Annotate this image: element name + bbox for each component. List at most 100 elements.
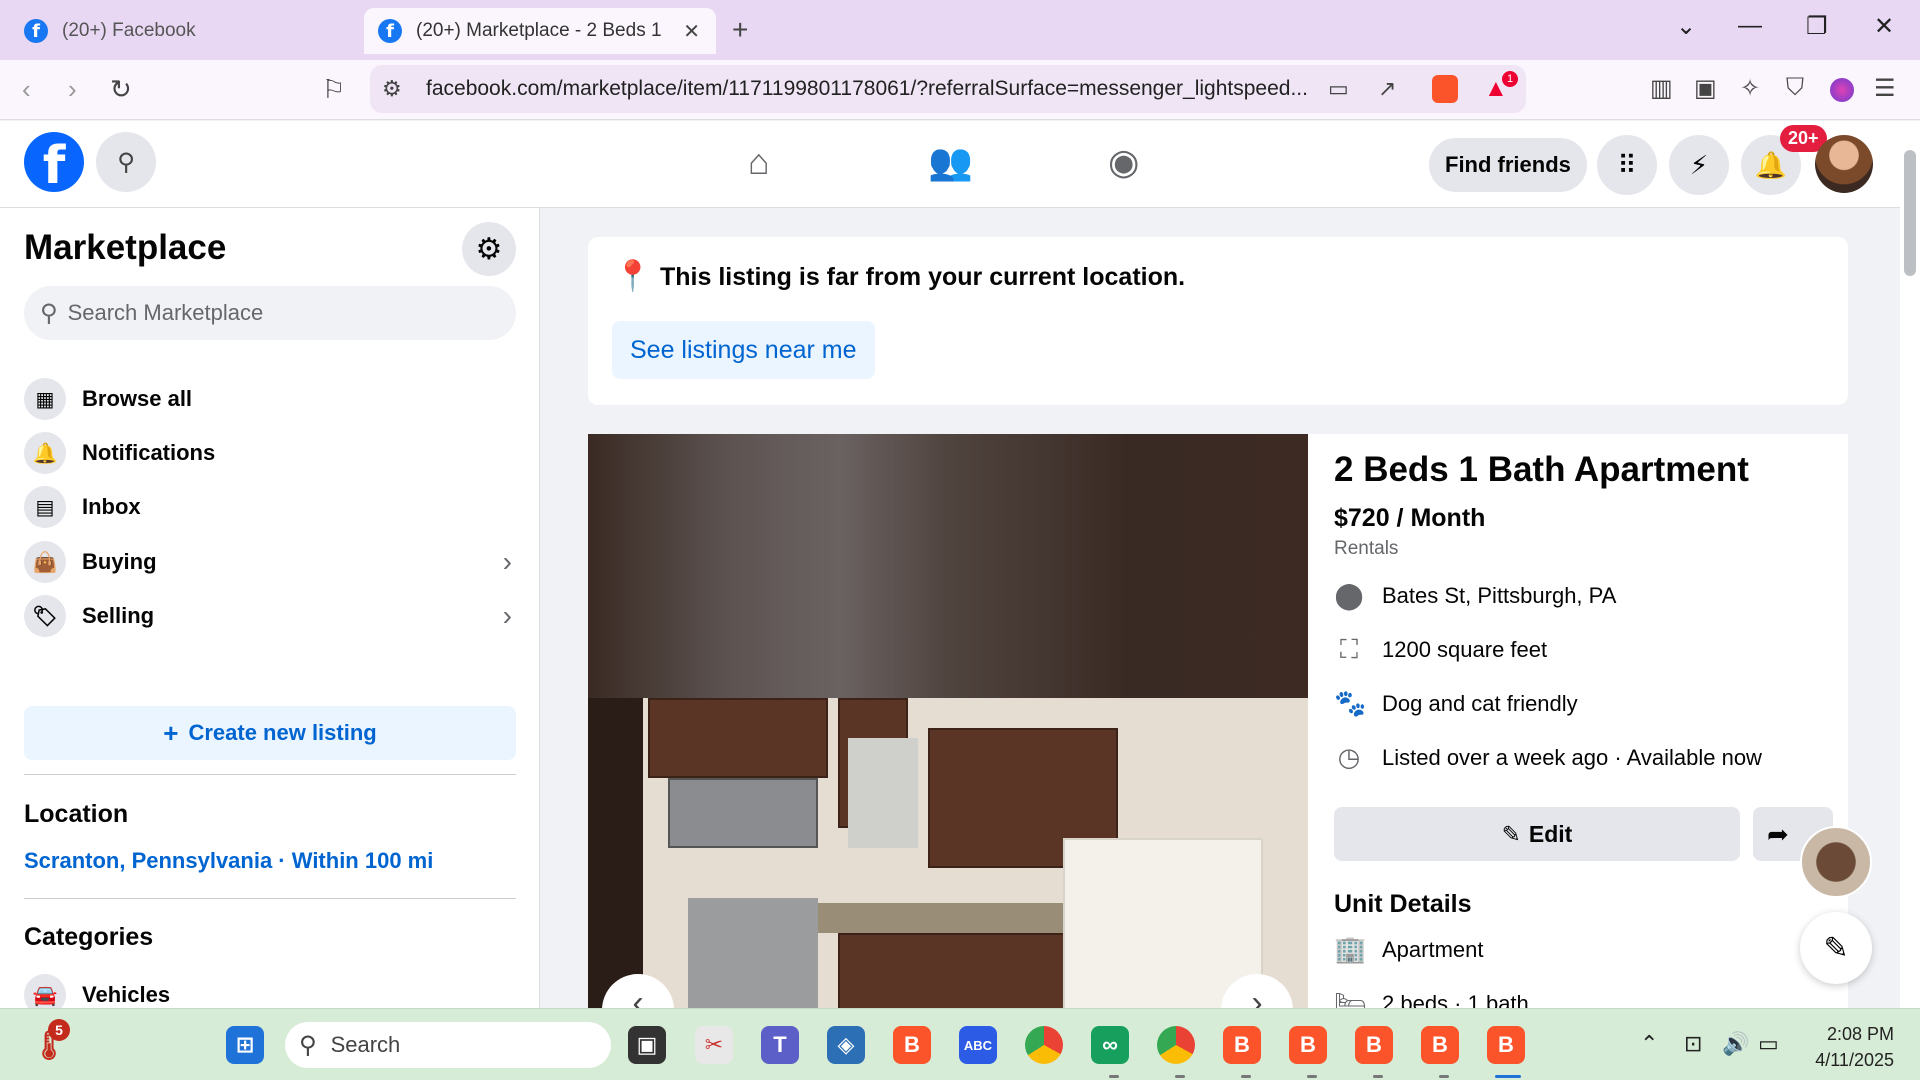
app-icon[interactable]: ◈: [827, 1026, 865, 1064]
sidebar-item-label: Notifications: [82, 440, 216, 465]
proxy-app-icon[interactable]: ABC: [959, 1026, 997, 1064]
menu-grid-button[interactable]: ⠿: [1597, 135, 1657, 195]
snipping-tool-icon[interactable]: ✂: [695, 1026, 733, 1064]
running-indicator: [1175, 1075, 1185, 1078]
compose-icon: ✎: [1823, 931, 1849, 965]
inbox-icon: ▤: [24, 486, 66, 528]
brave-shields-icon[interactable]: [1432, 75, 1458, 103]
facebook-logo[interactable]: f: [24, 132, 84, 192]
network-icon[interactable]: ⊡: [1684, 1031, 1702, 1057]
settings-button[interactable]: ⚙: [462, 222, 516, 276]
location-pin-icon: ⬤: [1334, 580, 1364, 610]
detail-row-listed: ◷ Listed over a week ago · Available now: [1334, 742, 1762, 773]
detail-row-pets: 🐾 Dog and cat friendly: [1334, 688, 1578, 719]
divider: [24, 774, 516, 775]
search-marketplace-input[interactable]: ⚲ Search Marketplace: [24, 286, 516, 340]
kitchen-photo: [588, 698, 1308, 1008]
sidebar-item-inbox[interactable]: ▤ Inbox: [24, 480, 516, 534]
cast-icon[interactable]: ▭: [1328, 76, 1349, 102]
taskbar-search-input[interactable]: ⚲ Search: [285, 1022, 611, 1068]
messenger-button[interactable]: ⚡: [1669, 135, 1729, 195]
friends-icon[interactable]: 👥: [928, 141, 973, 183]
brave-profile-icon-active[interactable]: B: [1487, 1026, 1525, 1064]
chat-head-thumbnail[interactable]: [1800, 826, 1872, 898]
reload-icon[interactable]: ↻: [110, 74, 132, 105]
battery-icon[interactable]: ▭: [1758, 1031, 1779, 1057]
tab-marketplace[interactable]: f (20+) Marketplace - 2 Beds 1 B ✕: [364, 8, 716, 54]
teams-icon[interactable]: T: [761, 1026, 799, 1064]
facebook-favicon-icon: f: [378, 19, 402, 43]
brave-profile-icon[interactable]: B: [1223, 1026, 1261, 1064]
sidebar-toggle-icon[interactable]: ▥: [1650, 74, 1673, 103]
minimize-button[interactable]: —: [1738, 12, 1762, 40]
close-tab-icon[interactable]: ✕: [683, 19, 700, 44]
volume-icon[interactable]: 🔊: [1722, 1031, 1749, 1057]
location-heading: Location: [24, 800, 129, 828]
leo-ai-icon[interactable]: ✧: [1740, 74, 1760, 103]
app-icon[interactable]: ∞: [1091, 1026, 1129, 1064]
tab-facebook[interactable]: f (20+) Facebook: [10, 8, 360, 54]
find-friends-button[interactable]: Find friends: [1429, 138, 1587, 192]
sidebar-item-buying[interactable]: 👜 Buying ›: [24, 535, 516, 589]
task-view-icon[interactable]: ▣: [628, 1026, 666, 1064]
categories-heading: Categories: [24, 923, 154, 951]
sidebar-title: Marketplace: [24, 228, 227, 267]
sidebar-item-label: Buying: [82, 549, 157, 574]
sidebar-item-label: Selling: [82, 603, 155, 628]
plus-icon: +: [163, 717, 179, 748]
tab-title: (20+) Marketplace - 2 Beds 1 B: [416, 20, 666, 41]
rewards-badge: 1: [1502, 71, 1518, 87]
facebook-favicon-icon: f: [24, 19, 48, 43]
site-settings-icon[interactable]: ⚙: [382, 76, 402, 102]
detail-text: Bates St, Pittsburgh, PA: [1382, 582, 1617, 608]
category-item-vehicles[interactable]: 🚘 Vehicles: [24, 968, 516, 1008]
address-bar[interactable]: ⚙ facebook.com/marketplace/item/11711998…: [370, 65, 1526, 113]
scrollbar-thumb[interactable]: [1904, 150, 1916, 276]
show-hidden-icons-chevron-icon[interactable]: ⌃: [1640, 1031, 1658, 1057]
new-tab-button[interactable]: +: [732, 14, 748, 46]
groups-icon[interactable]: ◉: [1108, 141, 1139, 183]
search-button[interactable]: ⚲: [96, 132, 156, 192]
sidebar-item-notifications[interactable]: 🔔 Notifications: [24, 426, 516, 480]
far-location-notice: 📍 This listing is far from your current …: [588, 237, 1848, 405]
url-text: facebook.com/marketplace/item/1171199801…: [426, 77, 1308, 100]
detail-row-location: ⬤ Bates St, Pittsburgh, PA: [1334, 580, 1616, 611]
weather-badge: 5: [48, 1019, 70, 1041]
listing-photo[interactable]: ‹ ›: [588, 434, 1308, 1008]
store-icon: ▦: [24, 378, 66, 420]
profile-icon[interactable]: [1830, 78, 1854, 102]
car-icon: 🚘: [24, 974, 66, 1008]
windows-start-icon[interactable]: ⊞: [226, 1026, 264, 1064]
tab-list-chevron-icon[interactable]: ⌄: [1676, 12, 1696, 41]
restore-button[interactable]: ❐: [1806, 12, 1828, 41]
menu-icon[interactable]: ☰: [1874, 74, 1896, 103]
bookmark-icon[interactable]: ⚐: [322, 74, 345, 105]
close-window-button[interactable]: ✕: [1874, 12, 1894, 41]
back-arrow-icon[interactable]: ‹: [22, 74, 31, 105]
new-message-button[interactable]: ✎: [1800, 912, 1872, 984]
brave-profile-icon[interactable]: B: [1289, 1026, 1327, 1064]
far-location-message: This listing is far from your current lo…: [660, 263, 1186, 291]
windows-taskbar: 🌡 5 ⊞ ⚲ Search ▣ ✂ T ◈ B ABC ∞ B B B B B…: [0, 1008, 1920, 1080]
forward-arrow-icon[interactable]: ›: [68, 74, 77, 105]
home-icon[interactable]: ⌂: [748, 141, 770, 183]
vpn-shield-icon[interactable]: ⛉: [1786, 74, 1804, 102]
share-icon[interactable]: ↗: [1378, 76, 1396, 102]
chevron-right-icon: ›: [502, 600, 512, 631]
create-new-listing-button[interactable]: + Create new listing: [24, 706, 516, 760]
avatar[interactable]: [1815, 135, 1873, 193]
brave-profile-icon[interactable]: B: [1355, 1026, 1393, 1064]
brave-icon[interactable]: B: [893, 1026, 931, 1064]
chrome-icon[interactable]: [1157, 1026, 1195, 1064]
wallet-icon[interactable]: ▣: [1694, 74, 1717, 103]
sidebar-item-browse-all[interactable]: ▦ Browse all: [24, 372, 516, 426]
system-clock[interactable]: 2:08 PM 4/11/2025: [1800, 1021, 1894, 1073]
brave-profile-icon[interactable]: B: [1421, 1026, 1459, 1064]
sidebar-item-selling[interactable]: 🏷 Selling ›: [24, 589, 516, 643]
search-icon: ⚲: [117, 148, 135, 176]
location-link[interactable]: Scranton, Pennsylvania · Within 100 mi: [24, 848, 433, 874]
edit-button[interactable]: ✎ Edit: [1334, 807, 1740, 861]
chrome-icon[interactable]: [1025, 1026, 1063, 1064]
running-indicator: [1241, 1075, 1251, 1078]
see-listings-near-me-button[interactable]: See listings near me: [612, 321, 875, 379]
